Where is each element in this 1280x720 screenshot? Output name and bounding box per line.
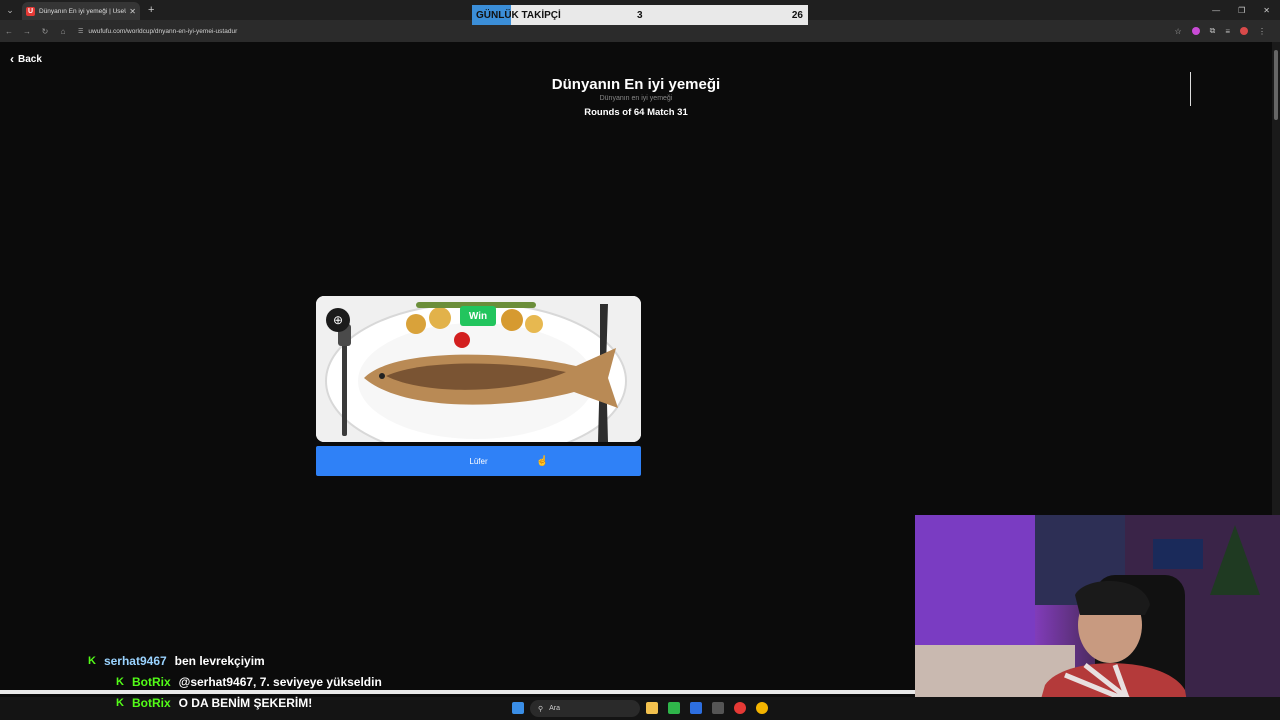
- tab-search-icon[interactable]: ⌄: [0, 0, 20, 20]
- app-icon[interactable]: [690, 702, 702, 714]
- kick-icon: K: [116, 697, 124, 709]
- home-icon[interactable]: ⌂: [54, 27, 72, 36]
- chat-message: K BotRix @serhat9467, 7. seviyeye yüksel…: [116, 675, 382, 689]
- followers-current: 3: [637, 9, 643, 21]
- back-button[interactable]: ‹ Back: [10, 52, 42, 66]
- extensions-puzzle-icon[interactable]: ⧉: [1210, 26, 1216, 36]
- close-window-icon[interactable]: ✕: [1263, 6, 1270, 15]
- menu-kebab-icon[interactable]: ⋮: [1258, 27, 1266, 36]
- search-label: Ara: [549, 705, 561, 712]
- followers-goal: 26: [791, 9, 803, 21]
- chat-text: O DA BENİM ŞEKERİM!: [178, 696, 313, 710]
- file-explorer-icon[interactable]: [646, 702, 658, 714]
- app-icon[interactable]: [668, 702, 680, 714]
- media-app-icon[interactable]: [734, 702, 746, 714]
- choice-button[interactable]: Lüfer: [316, 446, 641, 476]
- chat-message: K BotRix O DA BENİM ŞEKERİM!: [116, 696, 312, 710]
- followers-label: GÜNLÜK TAKİPÇİ: [476, 9, 561, 21]
- forward-nav-icon[interactable]: →: [18, 27, 36, 36]
- chat-username: BotRix: [131, 696, 171, 710]
- windows-start-icon[interactable]: [512, 702, 524, 714]
- settings-icon[interactable]: [712, 702, 724, 714]
- tab-title: Dünyanın En iyi yemeği | UseU: [39, 7, 127, 15]
- chat-username: BotRix: [131, 675, 171, 689]
- hand-cursor-icon: ☝: [536, 456, 549, 467]
- scrollbar-thumb[interactable]: [1274, 50, 1278, 120]
- round-indicator: Rounds of 64 Match 31: [584, 107, 688, 118]
- extension-icon[interactable]: [1191, 27, 1200, 35]
- chat-text: ben levrekçiyim: [174, 654, 265, 668]
- profile-avatar-icon[interactable]: [1240, 27, 1248, 35]
- media-icon[interactable]: ≡: [1225, 27, 1230, 36]
- search-icon: ⚲: [538, 705, 544, 713]
- url-text: uwufufu.com/worldcup/dnyann-en-iyi-yemei…: [88, 27, 238, 35]
- restore-icon[interactable]: ❐: [1238, 6, 1245, 15]
- kick-icon: K: [116, 676, 124, 688]
- site-info-icon[interactable]: ☰: [78, 28, 83, 35]
- choice-image-card[interactable]: ⊕ Win: [316, 296, 641, 442]
- chrome-icon[interactable]: [756, 702, 768, 714]
- toolbar-icons: ☆ ⧉ ≡ ⋮: [1174, 20, 1266, 42]
- chat-text: @serhat9467, 7. seviyeye yükseldin: [178, 675, 382, 689]
- new-tab-button[interactable]: +: [148, 4, 154, 16]
- taskbar-search[interactable]: ⚲ Ara: [530, 700, 640, 717]
- divider-line: [1190, 72, 1191, 106]
- chat-username: serhat9467: [103, 654, 167, 668]
- back-nav-icon[interactable]: ←: [0, 27, 18, 36]
- page-title: Dünyanın En iyi yemeği: [551, 76, 721, 93]
- kick-icon: K: [88, 655, 96, 667]
- close-tab-icon[interactable]: ✕: [129, 7, 136, 16]
- minimize-icon[interactable]: —: [1212, 6, 1220, 15]
- bookmark-star-icon[interactable]: ☆: [1174, 27, 1181, 36]
- window-controls: — ❐ ✕: [1212, 0, 1270, 20]
- chat-message: K serhat9467 ben levrekçiyim: [88, 654, 265, 668]
- zoom-in-icon[interactable]: ⊕: [326, 308, 350, 332]
- chevron-left-icon: ‹: [10, 52, 14, 66]
- browser-tab[interactable]: U Dünyanın En iyi yemeği | UseU ✕: [22, 2, 140, 20]
- back-label: Back: [18, 53, 42, 65]
- overlay-progress-line: [0, 690, 915, 694]
- daily-followers-goal-bar: GÜNLÜK TAKİPÇİ 3 26: [472, 5, 808, 25]
- url-field[interactable]: ☰ uwufufu.com/worldcup/dnyann-en-iyi-yem…: [78, 28, 237, 35]
- win-badge: Win: [460, 306, 496, 326]
- streamer-webcam-image: [915, 515, 1280, 720]
- webcam-overlay: [915, 515, 1280, 720]
- favicon-icon: U: [26, 6, 35, 16]
- page-subtitle: Dünyanın en iyi yemeği: [599, 95, 673, 102]
- reload-icon[interactable]: ↻: [36, 27, 54, 36]
